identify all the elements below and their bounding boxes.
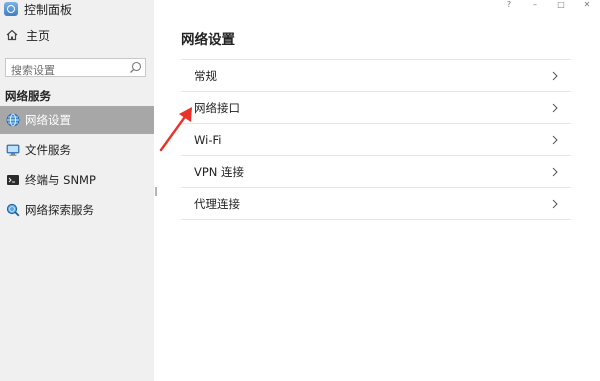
search-box: [5, 58, 146, 79]
chevron-right-icon: [552, 167, 558, 176]
home-label: 主页: [26, 28, 51, 43]
section-header-network-services: 网络服务: [5, 89, 51, 103]
settings-row-label: Wi-Fi: [194, 132, 222, 147]
sidebar: 控制面板 主页 网络服务: [0, 0, 154, 381]
settings-list: 常规 网络接口 Wi-Fi VPN 连接 代理连接: [181, 59, 571, 220]
monitor-folder-icon: [6, 144, 20, 156]
window-controls: ? – □ ✕: [496, 0, 600, 10]
settings-row-label: 常规: [194, 68, 217, 83]
terminal-icon: [7, 175, 19, 185]
sidebar-item-label: 网络设置: [25, 113, 71, 127]
magnifier-globe-icon: [6, 203, 20, 217]
chevron-right-icon: [552, 135, 558, 144]
search-input[interactable]: [6, 62, 129, 79]
search-icon[interactable]: [129, 61, 142, 74]
chevron-right-icon: [552, 103, 558, 112]
settings-row-label: VPN 连接: [194, 164, 245, 179]
globe-network-icon: [6, 113, 20, 127]
sidebar-item-terminal-snmp[interactable]: 终端与 SNMP: [0, 166, 154, 194]
sidebar-item-file-services[interactable]: 文件服务: [0, 136, 154, 164]
help-button[interactable]: ?: [496, 0, 522, 10]
chevron-right-icon: [552, 71, 558, 80]
home-icon: [6, 29, 18, 41]
red-annotation-arrow-icon: [159, 107, 192, 152]
settings-row-network-interface[interactable]: 网络接口: [181, 92, 571, 124]
sidebar-item-home[interactable]: 主页: [6, 26, 50, 44]
settings-row-wifi[interactable]: Wi-Fi: [181, 124, 571, 156]
control-panel-icon: [4, 2, 18, 16]
settings-row-general[interactable]: 常规: [181, 60, 571, 92]
settings-row-proxy-connection[interactable]: 代理连接: [181, 188, 571, 220]
control-panel-window: 控制面板 主页 网络服务: [0, 0, 600, 381]
app-title-label: 控制面板: [24, 2, 73, 17]
sidebar-item-label: 网络探索服务: [25, 203, 94, 217]
maximize-button[interactable]: □: [548, 0, 574, 10]
sidebar-item-label: 终端与 SNMP: [25, 173, 96, 187]
page-title: 网络设置: [181, 32, 235, 48]
pane-splitter-handle[interactable]: [155, 187, 157, 196]
close-button[interactable]: ✕: [574, 0, 600, 10]
settings-row-label: 代理连接: [194, 196, 240, 211]
settings-row-vpn-connection[interactable]: VPN 连接: [181, 156, 571, 188]
sidebar-item-label: 文件服务: [25, 143, 71, 157]
chevron-right-icon: [552, 199, 558, 208]
sidebar-item-network-discovery[interactable]: 网络探索服务: [0, 196, 154, 224]
minimize-button[interactable]: –: [522, 0, 548, 10]
app-title: 控制面板: [4, 0, 72, 18]
settings-row-label: 网络接口: [194, 100, 240, 115]
sidebar-item-network-settings[interactable]: 网络设置: [0, 106, 154, 134]
